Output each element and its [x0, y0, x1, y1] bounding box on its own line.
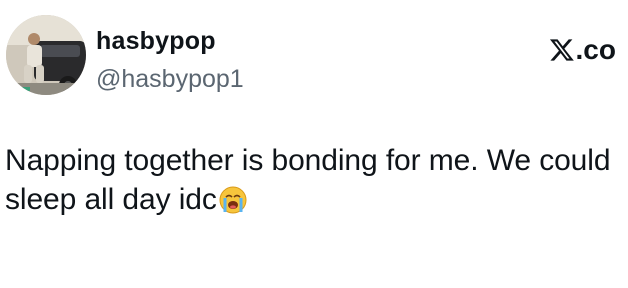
source-suffix: .co [575, 34, 616, 65]
avatar-photo [6, 15, 86, 95]
tweet-card: hasbypop @hasbypop1 .co Napping together… [0, 0, 628, 288]
x-logo-icon [549, 37, 575, 63]
tweet-body: Napping together is bonding for me. We c… [5, 144, 611, 216]
avatar[interactable] [6, 15, 86, 95]
source-label[interactable]: .co [549, 34, 616, 66]
display-name[interactable]: hasbypop [96, 26, 216, 56]
user-handle[interactable]: @hasbypop1 [96, 64, 244, 94]
loudly-crying-face-icon [219, 185, 247, 214]
tweet-text: Napping together is bonding for me. We c… [5, 141, 620, 219]
